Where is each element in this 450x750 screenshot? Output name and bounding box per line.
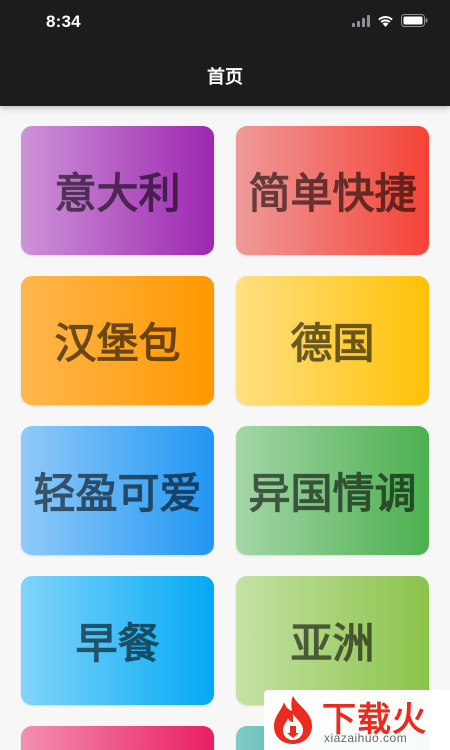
battery-icon [401,14,428,27]
category-card[interactable]: 亚洲 [236,576,429,705]
category-card[interactable]: 汉堡包 [21,276,214,405]
page-title: 首页 [207,67,243,88]
watermark: 下载火 xiazaihuo.com [264,690,450,750]
category-label: 异国情调 [248,469,417,518]
category-label: 汉堡包 [54,319,181,368]
category-card[interactable]: 简单快捷 [236,126,429,255]
category-card[interactable] [21,726,214,750]
flame-logo-icon [274,696,312,744]
category-label: 亚洲 [290,619,375,668]
signal-icon [352,14,370,27]
category-card[interactable]: 轻盈可爱 [21,426,214,555]
watermark-url: xiazaihuo.com [324,731,408,745]
category-card[interactable]: 意大利 [21,126,214,255]
category-label: 轻盈可爱 [33,469,202,518]
status-icons [352,14,428,27]
category-card[interactable]: 德国 [236,276,429,405]
wifi-icon [378,15,393,27]
nav-bar: 首页 [0,44,450,106]
category-label: 德国 [290,319,375,368]
category-card[interactable]: 异国情调 [236,426,429,555]
category-label: 意大利 [54,169,181,218]
category-label: 早餐 [75,619,160,668]
category-card[interactable]: 早餐 [21,576,214,705]
status-bar: 8:34 [0,0,450,44]
status-time: 8:34 [46,12,81,31]
category-label: 简单快捷 [248,169,417,218]
